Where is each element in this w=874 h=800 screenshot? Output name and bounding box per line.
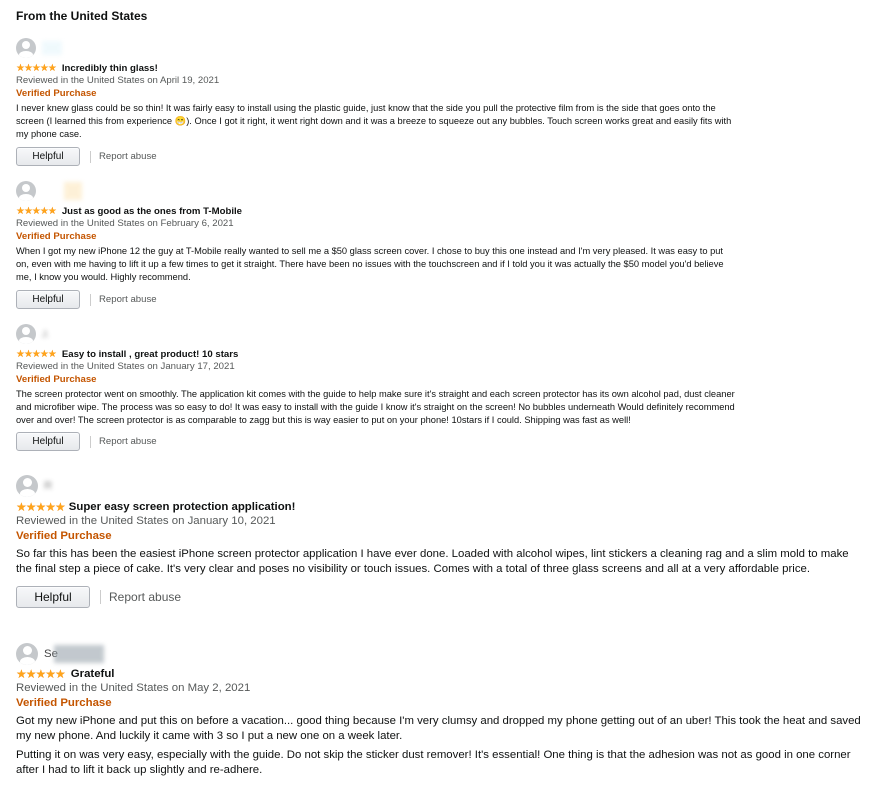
review-date: Reviewed in the United States on January… <box>16 515 276 527</box>
star-rating-icon[interactable]: ★★★★★ <box>16 667 66 681</box>
profile[interactable]: R <box>16 475 862 497</box>
section-heading: From the United States <box>16 9 148 23</box>
review-body: The screen protector went on smoothly. T… <box>16 389 735 425</box>
avatar-icon <box>16 475 38 497</box>
profile-name <box>64 182 82 200</box>
review-body: Got my new iPhone and put this on before… <box>16 715 861 743</box>
profile-name-redacted <box>53 645 104 663</box>
review-body: So far this has been the easiest iPhone … <box>16 548 849 576</box>
profile-name: R <box>44 480 53 492</box>
verified-badge[interactable]: Verified Purchase <box>16 696 862 711</box>
divider <box>90 150 91 163</box>
avatar-icon <box>16 643 38 665</box>
review-title[interactable]: Easy to install , great product! 10 star… <box>62 349 238 360</box>
report-abuse-link[interactable]: Report abuse <box>99 294 157 305</box>
review-item: R ★★★★★ Super easy screen protection app… <box>16 475 862 608</box>
report-abuse-link[interactable]: Report abuse <box>109 590 181 604</box>
review-title[interactable]: Just as good as the ones from T-Mobile <box>62 206 242 217</box>
star-rating-icon[interactable]: ★★★★★ <box>16 206 57 217</box>
profile-name <box>42 41 62 55</box>
avatar-icon <box>16 324 36 344</box>
review-date: Reviewed in the United States on January… <box>16 361 235 372</box>
verified-badge[interactable]: Verified Purchase <box>16 230 736 243</box>
review-date: Reviewed in the United States on April 1… <box>16 75 220 86</box>
review-body: When I got my new iPhone 12 the guy at T… <box>16 246 724 282</box>
helpful-button[interactable]: Helpful <box>16 290 80 310</box>
review-body: I never knew glass could be so thin! It … <box>16 103 732 139</box>
review-date: Reviewed in the United States on Februar… <box>16 218 234 229</box>
verified-badge[interactable]: Verified Purchase <box>16 87 736 100</box>
verified-badge[interactable]: Verified Purchase <box>16 373 736 386</box>
review-body-paragraph-2: Putting it on was very easy, especially … <box>16 748 851 777</box>
review-title[interactable]: Grateful <box>71 668 115 680</box>
review-title[interactable]: Super easy screen protection application… <box>69 501 296 513</box>
avatar-icon <box>16 181 36 201</box>
profile[interactable] <box>16 38 736 58</box>
divider <box>90 293 91 306</box>
divider <box>100 589 101 604</box>
verified-badge[interactable]: Verified Purchase <box>16 529 862 544</box>
review-item: ★★★★★ Incredibly thin glass! Reviewed in… <box>16 38 736 167</box>
report-abuse-link[interactable]: Report abuse <box>99 151 157 162</box>
helpful-button[interactable]: Helpful <box>16 585 90 608</box>
review-item: J. ★★★★★ Easy to install , great product… <box>16 324 736 452</box>
review-date: Reviewed in the United States on May 2, … <box>16 682 251 694</box>
review-item: ★★★★★ Just as good as the ones from T-Mo… <box>16 181 736 310</box>
profile[interactable]: J. <box>16 324 736 344</box>
profile[interactable] <box>16 181 736 201</box>
star-rating-icon[interactable]: ★★★★★ <box>16 349 57 360</box>
review-item: Se ★★★★★ Grateful Reviewed in the United… <box>16 643 862 779</box>
divider <box>90 435 91 448</box>
profile[interactable]: Se <box>16 643 862 665</box>
review-title[interactable]: Incredibly thin glass! <box>62 63 158 74</box>
report-abuse-link[interactable]: Report abuse <box>99 436 157 447</box>
star-rating-icon[interactable]: ★★★★★ <box>16 500 66 514</box>
profile-name: J. <box>42 328 50 340</box>
star-rating-icon[interactable]: ★★★★★ <box>16 63 57 74</box>
helpful-button[interactable]: Helpful <box>16 432 80 452</box>
helpful-button[interactable]: Helpful <box>16 147 80 167</box>
avatar-icon <box>16 38 36 58</box>
